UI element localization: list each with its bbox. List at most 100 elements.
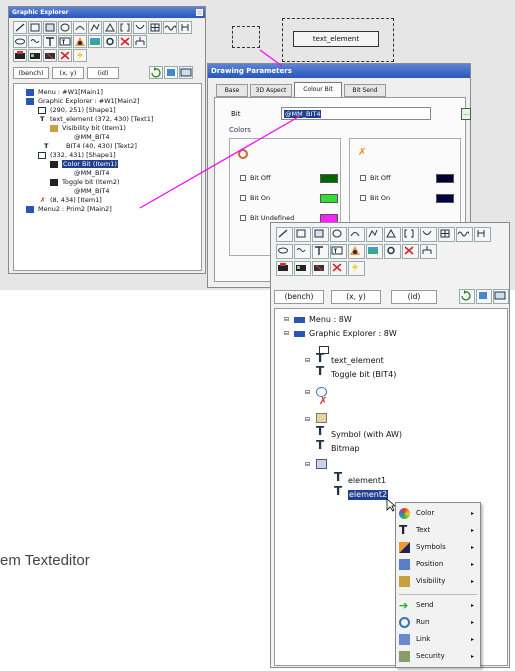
tree-node[interactable]: (8, 434) [Item1]: [50, 196, 102, 204]
tree-node[interactable]: @MM_BIT4: [74, 133, 109, 141]
frame-tool-icon[interactable]: [43, 21, 57, 34]
tree-node[interactable]: Toggle bit (Item2): [62, 178, 120, 186]
bit-field[interactable]: @MM_BIT4: [281, 107, 431, 120]
polyline-tool-icon[interactable]: [88, 21, 102, 34]
filter-id[interactable]: (id): [391, 290, 437, 304]
tree-node-symbol[interactable]: Symbol (with AW): [331, 430, 402, 440]
tree-node[interactable]: Menu : #W1[Main1]: [38, 88, 103, 96]
tree-node[interactable]: @MM_BIT4: [74, 169, 109, 177]
menu-item-run[interactable]: Run ▸: [396, 614, 478, 631]
symbol-tool-icon[interactable]: [348, 244, 365, 259]
tab-bit-send[interactable]: Bit Send: [344, 84, 386, 97]
ellipse-tool-icon[interactable]: [330, 227, 347, 242]
selection-marker[interactable]: [232, 26, 260, 48]
filter-id[interactable]: (id): [87, 67, 119, 79]
frame-tool-icon[interactable]: [312, 227, 329, 242]
polyline-tool-icon[interactable]: [366, 227, 383, 242]
wave-tool-icon[interactable]: [163, 21, 177, 34]
menu-item-position[interactable]: Position ▸: [396, 556, 478, 573]
curve-tool-icon[interactable]: [133, 21, 147, 34]
bracket-tool-icon[interactable]: [402, 227, 419, 242]
bit-off-checkbox-right[interactable]: [360, 175, 366, 181]
expand-toggle[interactable]: ⊟: [284, 316, 289, 324]
menu-item-color[interactable]: Color ▸: [396, 505, 478, 522]
tree-node-selected[interactable]: Color Bit (Item1): [62, 160, 118, 168]
oval-tool-icon[interactable]: [13, 35, 27, 48]
text-tool-icon[interactable]: [312, 244, 329, 259]
tree-node-menu[interactable]: Menu : 8W: [309, 315, 352, 325]
canvas-text-element[interactable]: text_element: [282, 18, 394, 62]
refresh-icon[interactable]: [149, 66, 163, 79]
bitmap-tool-icon[interactable]: [88, 35, 102, 48]
text-tool-icon[interactable]: [43, 35, 57, 48]
bitmap-tool-icon[interactable]: [366, 244, 383, 259]
close-icon[interactable]: [196, 9, 203, 16]
filter-xy[interactable]: (x, y): [52, 67, 84, 79]
remove-tool-icon[interactable]: [58, 49, 72, 62]
menu-item-send[interactable]: ➔ Send ▸: [396, 597, 478, 614]
line-tool-icon[interactable]: [276, 227, 293, 242]
bit-browse-button[interactable]: ...: [461, 108, 471, 120]
arc-tool-icon[interactable]: [73, 21, 87, 34]
ellipse-tool-icon[interactable]: [58, 21, 72, 34]
delete-tool-icon[interactable]: [402, 244, 419, 259]
bit-on-color-swatch-right[interactable]: [436, 194, 454, 203]
polygon-tool-icon[interactable]: [384, 227, 401, 242]
network-tool-icon[interactable]: [133, 35, 147, 48]
filter-xy[interactable]: (x, y): [331, 290, 381, 304]
tree-node-bitmap[interactable]: Bitmap: [331, 444, 360, 454]
grid-tool-icon[interactable]: [438, 227, 455, 242]
expand-toggle[interactable]: ⊟: [284, 330, 289, 338]
tab-base[interactable]: Base: [216, 84, 248, 97]
tree-node[interactable]: Menu2 : Prim2 [Main2]: [38, 205, 112, 213]
pipe-tool-icon[interactable]: [178, 21, 192, 34]
expand-toggle[interactable]: ⊟: [305, 389, 310, 397]
delete-tool-icon[interactable]: [118, 35, 132, 48]
ungroup-tool-icon[interactable]: [43, 49, 57, 62]
refresh-icon[interactable]: [459, 289, 475, 304]
tree-node[interactable]: text_element (372, 430) [Text1]: [50, 115, 153, 123]
rectangle-tool-icon[interactable]: [294, 227, 311, 242]
view-icon[interactable]: [493, 289, 509, 304]
tree-node-element2-selected[interactable]: element2: [348, 490, 389, 500]
wave-tool-icon[interactable]: [456, 227, 473, 242]
bit-on-checkbox[interactable]: [240, 195, 246, 201]
tree-node[interactable]: Visibility bit (Item1): [62, 124, 126, 132]
settings-tool-icon[interactable]: [103, 35, 117, 48]
bit-off-color-swatch[interactable]: [320, 174, 338, 183]
tree-node-toggle-bit[interactable]: Toggle bit (BIT4): [331, 370, 396, 380]
bit-off-color-swatch-right[interactable]: [436, 174, 454, 183]
tree-node-graphic-explorer[interactable]: Graphic Explorer : 8W: [309, 329, 397, 339]
tree-node[interactable]: BIT4 (40, 430) [Text2]: [66, 142, 137, 150]
menu-item-security[interactable]: Security ▸: [396, 648, 478, 665]
lightning-tool-icon[interactable]: [348, 261, 365, 276]
textfield-tool-icon[interactable]: [58, 35, 72, 48]
group-tool-icon[interactable]: [28, 49, 42, 62]
network-tool-icon[interactable]: [420, 244, 437, 259]
tree-node-element1[interactable]: element1: [348, 476, 386, 486]
tree-node-text-element[interactable]: text_element: [331, 356, 384, 366]
bracket-tool-icon[interactable]: [118, 21, 132, 34]
expand-toggle[interactable]: ⊟: [305, 461, 310, 469]
record-tool-icon[interactable]: [13, 49, 27, 62]
bit-on-checkbox-right[interactable]: [360, 195, 366, 201]
oval-tool-icon[interactable]: [276, 244, 293, 259]
remove-tool-icon[interactable]: [330, 261, 347, 276]
group-tool-icon[interactable]: [294, 261, 311, 276]
menu-item-symbols[interactable]: Symbols ▸: [396, 539, 478, 556]
tree-node[interactable]: (290, 251) [Shape1]: [50, 106, 116, 114]
curve-tool-icon[interactable]: [420, 227, 437, 242]
expand-all-icon[interactable]: [476, 289, 492, 304]
bit-undefined-checkbox[interactable]: [240, 215, 246, 221]
tree-node[interactable]: (332, 431) [Shape1]: [50, 151, 116, 159]
pipe-tool-icon[interactable]: [474, 227, 491, 242]
menu-item-visibility[interactable]: Visibility ▸: [396, 573, 478, 590]
bit-on-color-swatch[interactable]: [320, 194, 338, 203]
tree-node[interactable]: Graphic Explorer : #W1[Main2]: [38, 97, 140, 105]
expand-toggle[interactable]: ⊟: [305, 416, 310, 424]
record-tool-icon[interactable]: [276, 261, 293, 276]
symbol-tool-icon[interactable]: [73, 35, 87, 48]
line-tool-icon[interactable]: [13, 21, 27, 34]
grid-tool-icon[interactable]: [148, 21, 162, 34]
settings-tool-icon[interactable]: [384, 244, 401, 259]
